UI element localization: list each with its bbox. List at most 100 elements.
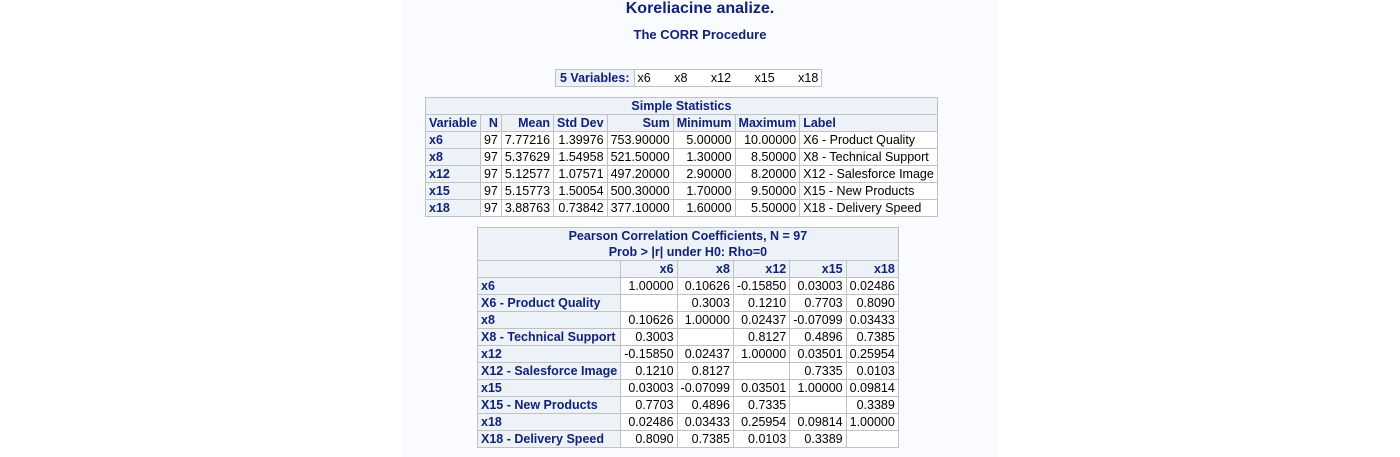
coefficient-cell: 0.25954 [732,413,791,431]
coefficient-cell: 0.02486 [845,277,899,295]
coefficient-cell: 0.25954 [845,345,899,363]
page-title: Koreliacine analize. [625,0,775,17]
table-cell: X15 - New Products [799,182,938,200]
simple-statistics-header-row: Variable N Mean Std Dev Sum Minimum Maximum Lab… [425,114,938,132]
table-cell: 0.73842 [553,199,608,217]
simple-statistics-caption: Simple Statistics [425,97,938,115]
pvalue-cell: 0.3003 [620,328,678,346]
coefficient-cell: 0.02486 [620,413,678,431]
table-cell: 97 [479,199,502,217]
correlation-caption: Pearson Correlation Coefficients, N = 97… [477,227,899,261]
pvalue-row: X15 - New Products 0.7703 0.4896 0.7335 0.33… [476,396,899,414]
row-variable: x6 [425,131,481,149]
coefficient-row: x6 1.00000 0.10626 -0.15850 0.03003 0.02486 [476,277,899,295]
variables-row: 5 Variables: x6 x8 x12 x15 x18 [555,69,823,87]
pvalue-cell: 0.7335 [732,396,791,414]
table-cell: 1.50054 [553,182,608,200]
coefficient-cell: -0.07099 [789,311,847,329]
table-cell: 1.30000 [672,148,736,166]
pvalue-cell [620,294,678,312]
table-cell: 753.90000 [606,131,674,149]
table-row: x18 97 3.88763 0.73842 377.10000 1.60000 5.500… [425,199,938,217]
table-cell: X8 - Technical Support [799,148,938,166]
row-variable: x8 [425,148,481,166]
table-cell: 1.60000 [672,199,736,217]
row-variable: x6 [476,277,622,295]
coefficient-cell: 0.10626 [620,311,678,329]
table-cell: 1.39976 [553,131,608,149]
table-cell: 3.88763 [500,199,555,217]
column-header: x6 [620,260,678,278]
row-label: X8 - Technical Support [476,328,622,346]
coefficient-cell: 0.03433 [676,413,734,431]
correlation-table: Pearson Correlation Coefficients, N = 97… [476,227,899,448]
row-label: X15 - New Products [476,396,622,414]
table-cell: 10.00000 [734,131,801,149]
table-cell: 97 [479,165,502,183]
variables-label: 5 Variables: [555,69,635,87]
coefficient-cell: 0.02437 [732,311,791,329]
pvalue-cell: 0.8090 [845,294,899,312]
table-row: x15 97 5.15773 1.50054 500.30000 1.70000 9.500… [425,182,938,200]
column-header: Label [799,114,938,132]
pvalue-row: X18 - Delivery Speed 0.8090 0.7385 0.0103 0.… [476,430,899,448]
row-variable: x18 [476,413,622,431]
coefficient-cell: 1.00000 [620,277,678,295]
table-cell: 521.50000 [606,148,674,166]
pvalue-cell [676,328,734,346]
coefficient-cell: 0.10626 [676,277,734,295]
coefficient-cell: 0.09814 [789,413,847,431]
table-row: x12 97 5.12577 1.07571 497.20000 2.90000 8.200… [425,165,938,183]
table-cell: 1.70000 [672,182,736,200]
variable-name: x18 [798,71,819,85]
pvalue-cell: 0.0103 [845,362,899,380]
table-cell: 97 [479,148,502,166]
table-cell: 5.37629 [500,148,555,166]
row-variable: x18 [425,199,481,217]
table-cell: 5.50000 [734,199,801,217]
correlation-caption-line1: Pearson Correlation Coefficients, N = 97 [568,229,808,243]
corner-cell [476,260,622,278]
pvalue-cell: 0.1210 [732,294,791,312]
column-header: x15 [789,260,847,278]
coefficient-cell: 1.00000 [845,413,899,431]
table-cell: 7.77216 [500,131,555,149]
row-label: X12 - Salesforce Image [476,362,622,380]
pvalue-cell: 0.8127 [732,328,791,346]
column-header: N [479,114,502,132]
coefficient-cell: 0.03501 [789,345,847,363]
pvalue-cell: 0.7335 [789,362,847,380]
pvalue-cell [845,430,899,448]
correlation-header-row: x6 x8 x12 x15 x18 [476,260,899,278]
simple-statistics-table: Simple Statistics Variable N Mean Std Dev Su… [425,97,938,217]
row-variable: x8 [476,311,622,329]
pvalue-row: X8 - Technical Support 0.3003 0.8127 0.4896… [476,328,899,346]
pvalue-cell: 0.8090 [620,430,678,448]
variable-name: x6 [637,71,651,85]
column-header: Maximum [734,114,801,132]
variables-list: x6 x8 x12 x15 x18 [633,69,823,87]
table-cell: 1.07571 [553,165,608,183]
pvalue-cell [789,396,847,414]
row-variable: x12 [425,165,481,183]
table-cell: 97 [479,131,502,149]
pvalue-cell [732,362,791,380]
table-cell: X12 - Salesforce Image [799,165,938,183]
coefficient-cell: -0.15850 [732,277,791,295]
pvalue-cell: 0.3389 [789,430,847,448]
table-cell: 9.50000 [734,182,801,200]
column-header: x18 [845,260,899,278]
coefficient-cell: 0.03433 [845,311,899,329]
table-cell: 5.15773 [500,182,555,200]
pvalue-cell: 0.3003 [676,294,734,312]
pvalue-cell: 0.7385 [845,328,899,346]
coefficient-cell: 0.03003 [620,379,678,397]
row-label: X18 - Delivery Speed [476,430,622,448]
pvalue-cell: 0.8127 [676,362,734,380]
table-cell: 500.30000 [606,182,674,200]
procedure-subtitle: The CORR Procedure [633,27,767,42]
column-header: Minimum [672,114,736,132]
pvalue-cell: 0.7385 [676,430,734,448]
coefficient-row: x8 0.10626 1.00000 0.02437 -0.07099 0.03433 [476,311,899,329]
coefficient-cell: 1.00000 [676,311,734,329]
